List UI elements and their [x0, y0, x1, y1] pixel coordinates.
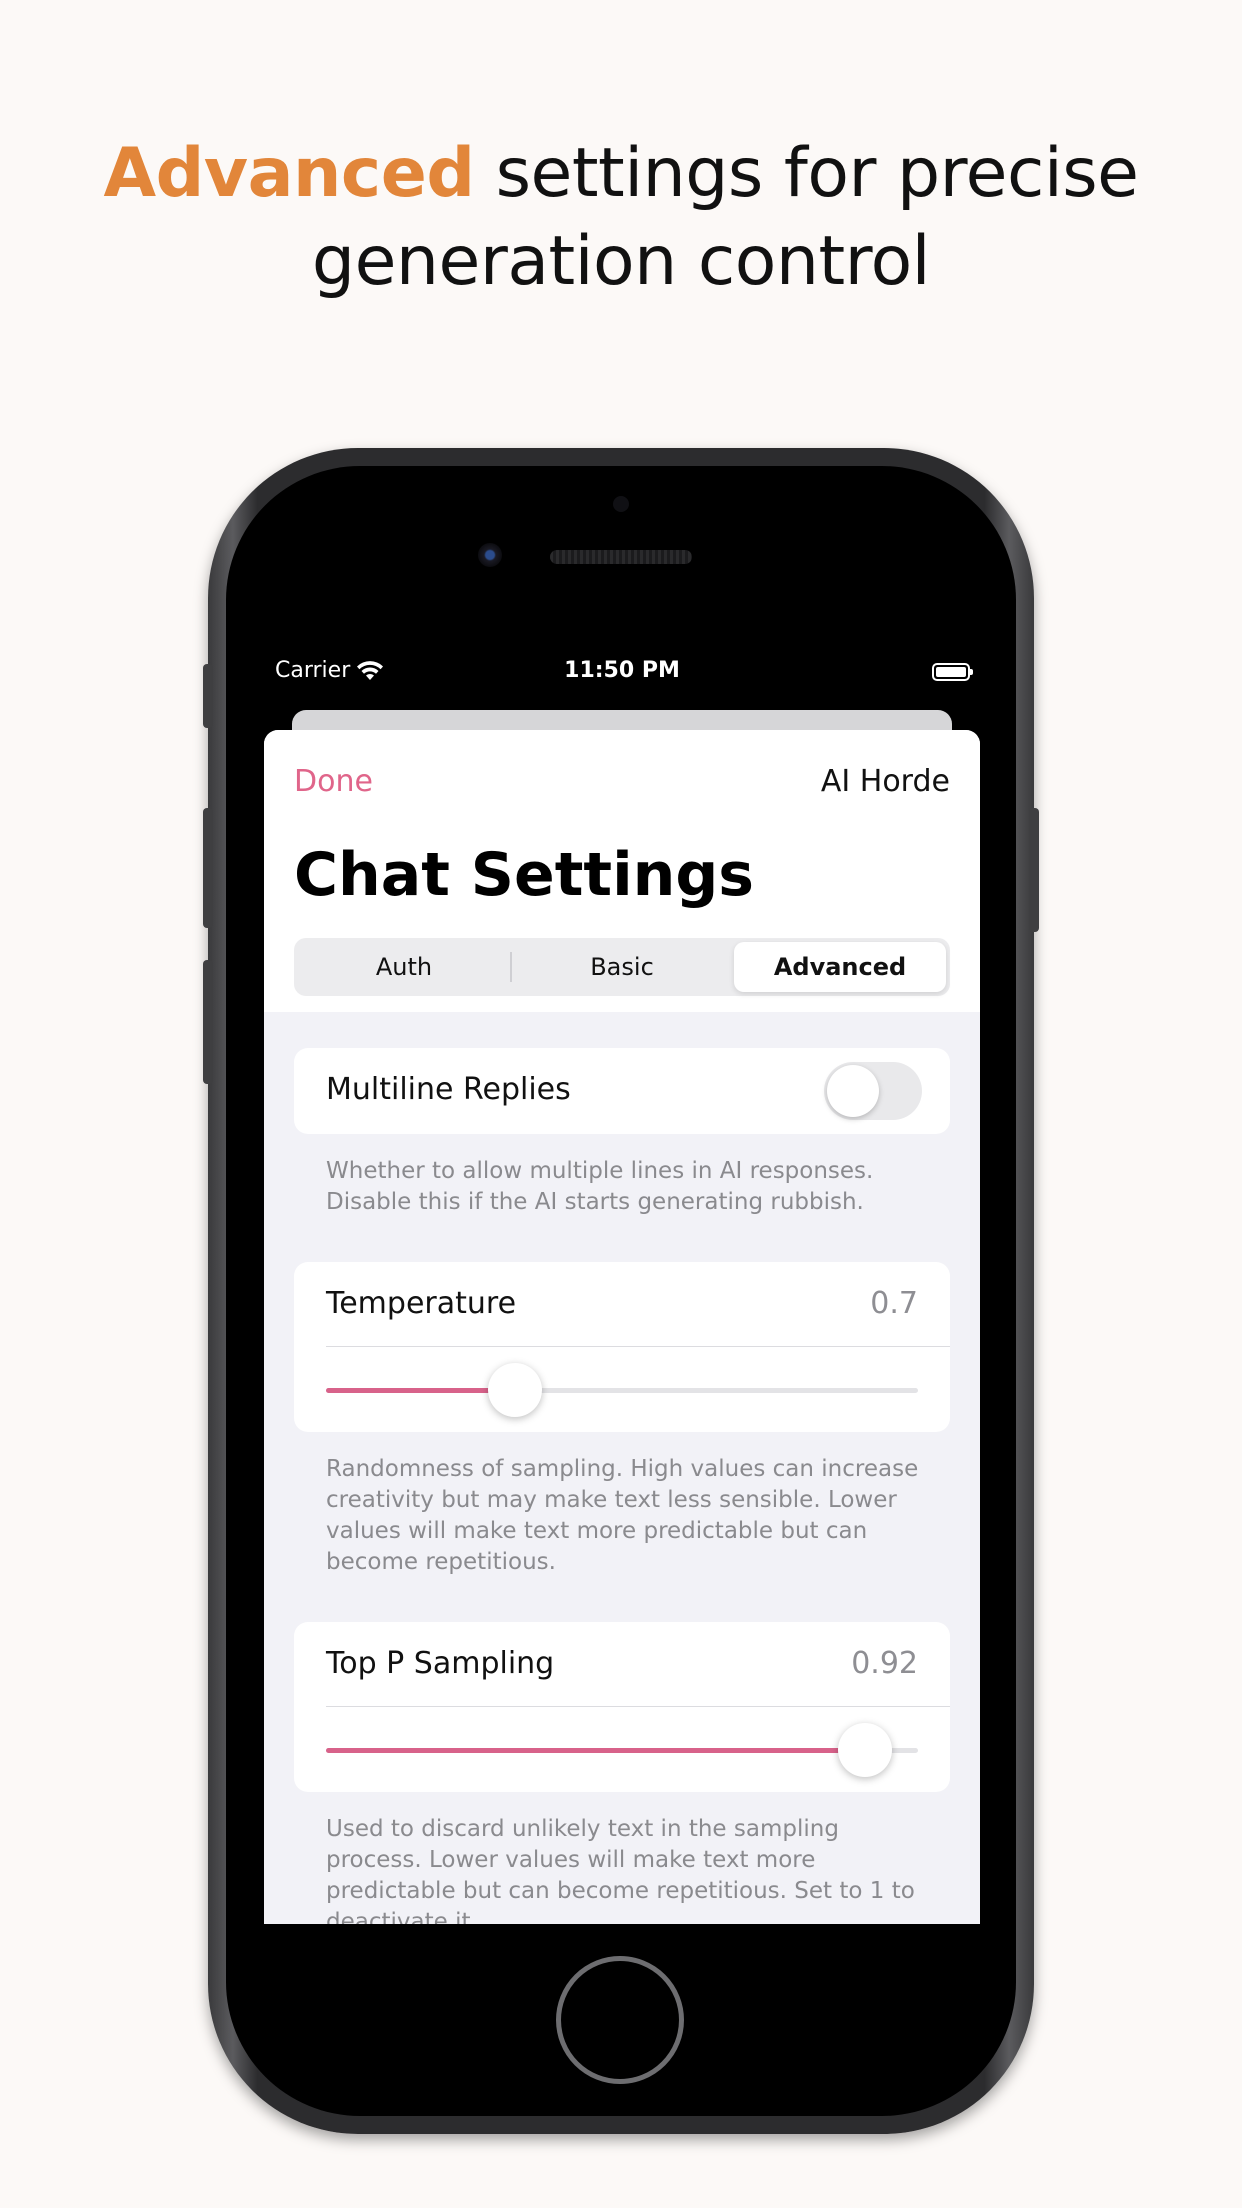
marketing-headline: Advanced settings for precise generation…: [0, 130, 1242, 306]
home-button[interactable]: [556, 1956, 684, 2084]
provider-button[interactable]: AI Horde: [821, 764, 950, 799]
mute-switch: [203, 664, 213, 728]
volume-up-button: [203, 808, 213, 928]
clock: 11:50 PM: [564, 658, 680, 683]
footnote-line: Randomness of sampling. High values can …: [326, 1456, 919, 1482]
temperature-footnote: Randomness of sampling. High values can …: [326, 1454, 926, 1578]
footnote-line: deactivate it.: [326, 1909, 478, 1924]
proximity-sensor: [613, 496, 629, 512]
headline-rest: settings for precise: [474, 134, 1139, 213]
footnote-line: values will make text more predictable b…: [326, 1518, 868, 1544]
settings-segmented-control: Auth Basic Advanced: [294, 938, 950, 996]
footnote-line: creativity but may make text less sensib…: [326, 1487, 897, 1513]
tab-auth[interactable]: Auth: [298, 942, 510, 992]
status-bar: Carrier 11:50 PM: [264, 652, 980, 692]
page-title: Chat Settings: [294, 840, 755, 910]
multiline-replies-toggle[interactable]: [824, 1062, 922, 1120]
slider-fill: [326, 1748, 865, 1753]
row-separator: [326, 1706, 950, 1707]
top-p-slider[interactable]: [326, 1723, 918, 1777]
top-p-card: Top P Sampling 0.92: [294, 1622, 950, 1792]
slider-fill: [326, 1388, 516, 1393]
footnote-line: process. Lower values will make text mor…: [326, 1847, 816, 1873]
row-separator: [326, 1346, 950, 1347]
footnote-line: Used to discard unlikely text in the sam…: [326, 1816, 839, 1842]
temperature-card: Temperature 0.7: [294, 1262, 950, 1432]
slider-thumb[interactable]: [488, 1363, 543, 1417]
power-button: [1029, 808, 1039, 932]
battery-icon: [932, 663, 973, 681]
headline-highlight: Advanced: [103, 134, 475, 213]
segment-divider: [510, 952, 512, 982]
volume-down-button: [203, 960, 213, 1084]
multiline-replies-label: Multiline Replies: [326, 1072, 571, 1107]
front-camera-icon: [478, 543, 502, 567]
slider-thumb[interactable]: [837, 1723, 892, 1777]
settings-sheet: Done AI Horde Chat Settings Auth Basic A…: [264, 730, 980, 1924]
tab-basic[interactable]: Basic: [516, 942, 728, 992]
multiline-replies-footnote: Whether to allow multiple lines in AI re…: [326, 1156, 926, 1218]
tab-advanced[interactable]: Advanced: [734, 942, 946, 992]
temperature-slider[interactable]: [326, 1363, 918, 1417]
headline-line-1: Advanced settings for precise: [0, 130, 1242, 218]
sheet-header: Done AI Horde Chat Settings Auth Basic A…: [264, 730, 980, 1012]
phone-screen: Carrier 11:50 PM Done AI Horde Chat Sett…: [264, 652, 980, 1924]
top-p-label: Top P Sampling: [326, 1646, 555, 1681]
temperature-label: Temperature: [326, 1286, 517, 1321]
temperature-value: 0.7: [870, 1286, 918, 1321]
footnote-line: Disable this if the AI starts generating…: [326, 1189, 864, 1215]
done-button[interactable]: Done: [294, 764, 373, 799]
multiline-replies-card: Multiline Replies: [294, 1048, 950, 1134]
top-p-footnote: Used to discard unlikely text in the sam…: [326, 1814, 926, 1924]
toggle-knob: [827, 1065, 879, 1117]
footnote-line: Whether to allow multiple lines in AI re…: [326, 1158, 874, 1184]
footnote-line: become repetitious.: [326, 1549, 556, 1575]
earpiece-speaker: [550, 550, 692, 564]
top-p-value: 0.92: [851, 1646, 918, 1681]
footnote-line: predictable but can become repetitious. …: [326, 1878, 915, 1904]
headline-line-2: generation control: [311, 222, 931, 301]
